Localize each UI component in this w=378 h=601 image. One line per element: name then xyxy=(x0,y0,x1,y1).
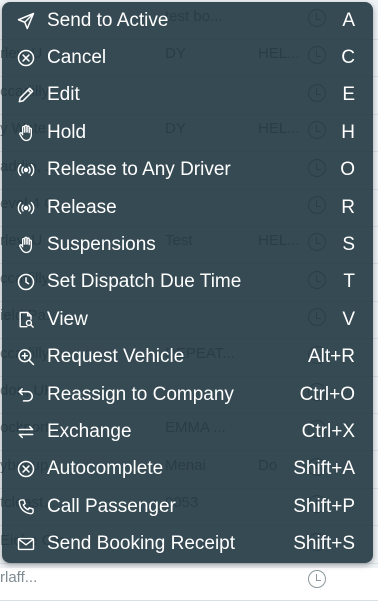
menu-item-label: Set Dispatch Due Time xyxy=(47,271,242,293)
phone-icon xyxy=(15,496,37,518)
menu-item-send-booking-receipt[interactable]: Send Booking Receipt Shift+S xyxy=(2,526,373,563)
menu-item-hold[interactable]: Hold H xyxy=(2,114,373,151)
menu-item-exchange[interactable]: Exchange Ctrl+X xyxy=(2,413,373,450)
cancel-circle-icon xyxy=(15,47,37,69)
pencil-icon xyxy=(15,84,37,106)
menu-item-label: Edit xyxy=(47,84,80,106)
background-row: rlaff... xyxy=(0,563,378,601)
menu-item-edit[interactable]: Edit E xyxy=(2,77,373,114)
clock-icon xyxy=(15,271,37,293)
shortcut-key: Alt+R xyxy=(308,346,355,368)
menu-item-call-passenger[interactable]: Call Passenger Shift+P xyxy=(2,488,373,525)
shortcut-key: V xyxy=(342,308,355,330)
menu-item-suspensions[interactable]: Suspensions S xyxy=(2,226,373,263)
menu-item-autocomplete[interactable]: Autocomplete Shift+A xyxy=(2,451,373,488)
menu-item-label: Suspensions xyxy=(47,234,156,256)
menu-item-release-to-any-driver[interactable]: Release to Any Driver O xyxy=(2,152,373,189)
menu-item-label: Autocomplete xyxy=(47,458,164,480)
shortcut-key: Shift+S xyxy=(293,533,355,555)
shortcut-key: T xyxy=(343,271,355,293)
menu-item-label: Cancel xyxy=(47,47,107,69)
shortcut-key: A xyxy=(342,9,355,31)
menu-item-request-vehicle[interactable]: Request Vehicle Alt+R xyxy=(2,339,373,376)
shortcut-key: Ctrl+O xyxy=(299,383,355,405)
menu-item-send-to-active[interactable]: Send to Active A xyxy=(2,2,373,39)
shortcut-key: H xyxy=(341,121,355,143)
menu-item-label: Hold xyxy=(47,121,87,143)
menu-item-label: Request Vehicle xyxy=(47,346,185,368)
menu-item-cancel[interactable]: Cancel C xyxy=(2,39,373,76)
document-search-icon xyxy=(15,309,37,331)
exchange-icon xyxy=(15,421,37,443)
hand-icon xyxy=(15,122,37,144)
menu-item-label: Send to Active xyxy=(47,9,169,31)
shortcut-key: O xyxy=(340,159,355,181)
zoom-plus-icon xyxy=(15,346,37,368)
shortcut-key: C xyxy=(341,47,355,69)
undo-icon xyxy=(15,384,37,406)
shortcut-key: E xyxy=(342,84,355,106)
shortcut-key: Shift+P xyxy=(293,495,355,517)
cancel-circle-icon xyxy=(15,458,37,480)
broadcast-icon xyxy=(15,159,37,181)
menu-item-view[interactable]: View V xyxy=(2,301,373,338)
menu-item-label: Call Passenger xyxy=(47,495,176,517)
menu-item-label: View xyxy=(47,308,88,330)
broadcast-icon xyxy=(15,197,37,219)
shortcut-key: Shift+A xyxy=(293,458,355,480)
shortcut-key: R xyxy=(341,196,355,218)
menu-item-set-dispatch-due-time[interactable]: Set Dispatch Due Time T xyxy=(2,264,373,301)
send-icon xyxy=(15,10,37,32)
menu-item-label: Send Booking Receipt xyxy=(47,533,236,555)
hand-icon xyxy=(15,234,37,256)
shortcut-key: Ctrl+X xyxy=(301,421,355,443)
menu-item-label: Release to Any Driver xyxy=(47,159,231,181)
shortcut-key: S xyxy=(342,234,355,256)
background-clock-icon xyxy=(308,570,326,588)
menu-item-reassign-to-company[interactable]: Reassign to Company Ctrl+O xyxy=(2,376,373,413)
context-menu: Send to Active A Cancel C Edit E Hold H Release … xyxy=(2,2,373,563)
menu-item-label: Release xyxy=(47,196,117,218)
menu-item-release[interactable]: Release R xyxy=(2,189,373,226)
envelope-icon xyxy=(15,533,37,555)
background-cell-text: rlaff... xyxy=(0,569,38,586)
menu-item-label: Reassign to Company xyxy=(47,383,234,405)
menu-item-label: Exchange xyxy=(47,421,132,443)
